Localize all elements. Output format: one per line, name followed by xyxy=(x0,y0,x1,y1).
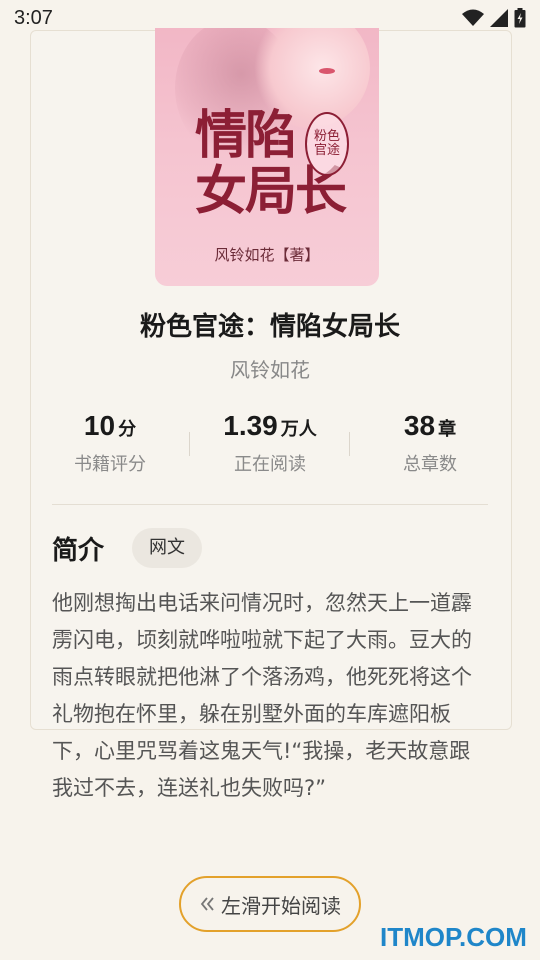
stat-rating: 10 分 书籍评分 xyxy=(30,410,190,480)
status-bar: 3:07 xyxy=(0,0,540,36)
wifi-icon xyxy=(462,9,484,26)
intro-heading: 简介 xyxy=(52,536,105,566)
stat-unit: 章 xyxy=(438,419,457,440)
signal-icon xyxy=(490,9,508,27)
book-cover[interactable]: 情陷 女局长 粉色官途 风铃如花【著】 xyxy=(155,28,379,286)
intro-text: 他刚想掏出电话来问情况时，忽然天上一道霹雳闪电，顷刻就哗啦啦就下起了大雨。豆大的… xyxy=(52,591,472,800)
double-chevron-left-icon xyxy=(199,896,215,912)
book-title: 粉色官途：情陷女局长 xyxy=(139,312,400,342)
stat-unit: 分 xyxy=(118,419,137,440)
stat-value: 38 xyxy=(403,410,436,441)
start-reading-button[interactable]: 左滑开始阅读 xyxy=(179,876,361,932)
stat-unit: 万人 xyxy=(280,419,317,440)
cover-lips-art xyxy=(319,68,335,74)
start-reading-label: 左滑开始阅读 xyxy=(221,893,341,918)
stat-label: 总章数 xyxy=(403,454,457,475)
site-watermark: ITMOP.COM xyxy=(380,922,527,952)
stat-chapters: 38 章 总章数 xyxy=(350,410,510,480)
genre-tag[interactable]: 网文 xyxy=(132,528,202,568)
stat-label: 正在阅读 xyxy=(234,454,306,475)
book-author[interactable]: 风铃如花 xyxy=(0,354,540,383)
status-time: 3:07 xyxy=(14,6,53,29)
status-icons xyxy=(462,8,526,28)
cover-seal: 粉色官途 xyxy=(305,112,349,176)
cover-author: 风铃如花【著】 xyxy=(214,246,320,264)
section-divider xyxy=(52,504,488,505)
stat-label: 书籍评分 xyxy=(74,454,146,475)
stat-value: 10 xyxy=(83,410,116,441)
stat-readers: 1.39 万人 正在阅读 xyxy=(190,410,350,480)
stat-value: 1.39 xyxy=(223,410,278,441)
book-stats: 10 分 书籍评分 1.39 万人 正在阅读 38 章 总章数 xyxy=(30,410,510,480)
battery-icon xyxy=(514,8,526,28)
